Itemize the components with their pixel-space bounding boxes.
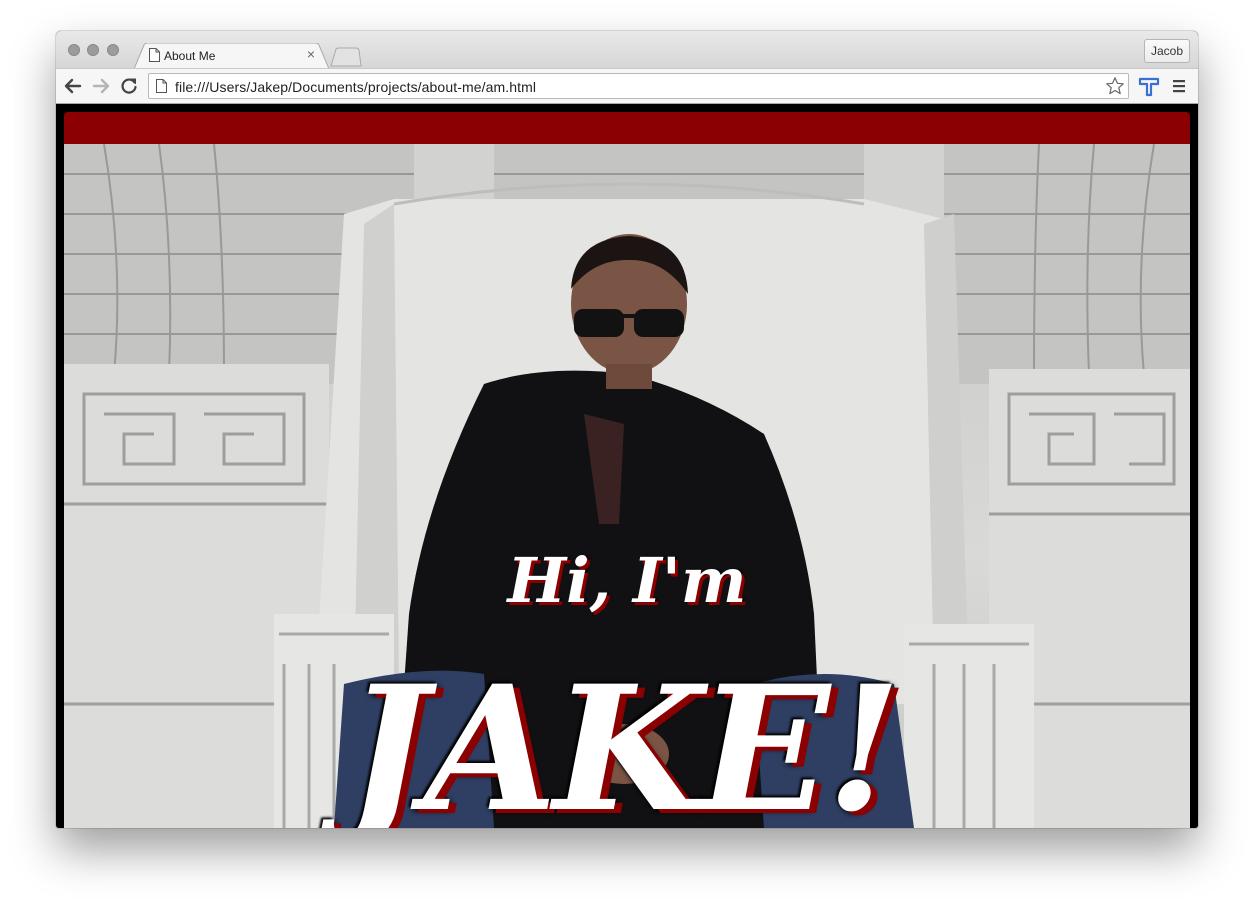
- menu-icon[interactable]: [1172, 78, 1186, 94]
- page-viewport: Hi, I'm JAKE!: [56, 104, 1198, 828]
- close-window-button[interactable]: [68, 44, 80, 56]
- hero-name: JAKE!: [346, 647, 902, 829]
- address-url[interactable]: file:///Users/Jakep/Documents/projects/a…: [175, 79, 536, 95]
- extension-icon[interactable]: [1138, 76, 1160, 98]
- hero-section: Hi, I'm JAKE!: [64, 144, 1190, 828]
- page-icon: [149, 48, 160, 62]
- star-icon[interactable]: [1105, 76, 1125, 96]
- browser-toolbar: file:///Users/Jakep/Documents/projects/a…: [56, 68, 1198, 104]
- tab-strip: About Me × Jacob: [56, 31, 1198, 69]
- browser-window: About Me × Jacob file:///Users/Jakep/Doc…: [56, 31, 1198, 828]
- minimize-window-button[interactable]: [87, 44, 99, 56]
- hero-greeting: Hi, I'm: [507, 544, 747, 617]
- page-icon: [156, 79, 167, 93]
- tab-title: About Me: [164, 49, 216, 63]
- address-bar[interactable]: file:///Users/Jakep/Documents/projects/a…: [148, 73, 1129, 99]
- maximize-window-button[interactable]: [107, 44, 119, 56]
- new-tab-button[interactable]: [330, 47, 362, 67]
- forward-arrow-icon[interactable]: [91, 76, 111, 96]
- back-arrow-icon[interactable]: [63, 76, 83, 96]
- tab-about-me[interactable]: About Me ×: [134, 43, 329, 69]
- profile-button[interactable]: Jacob: [1143, 39, 1190, 63]
- tab-close-icon[interactable]: ×: [307, 47, 315, 61]
- reload-icon[interactable]: [119, 76, 139, 96]
- header-bar: [64, 112, 1190, 144]
